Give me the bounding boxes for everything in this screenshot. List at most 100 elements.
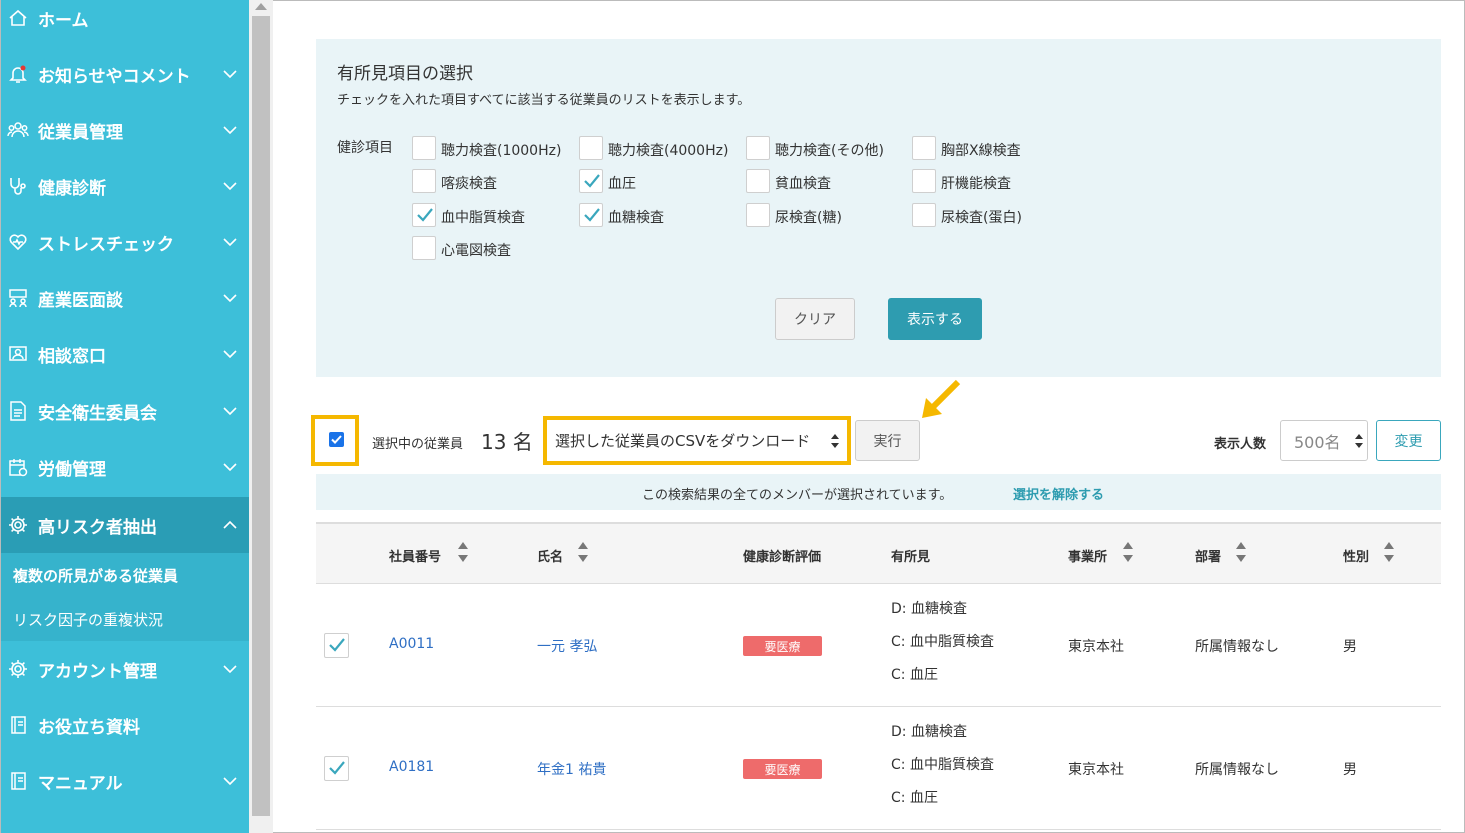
- selection-notice: この検索結果の全てのメンバーが選択されています。 選択を解除する: [316, 474, 1441, 510]
- show-button[interactable]: 表示する: [888, 298, 982, 340]
- sidebar-item-stress-check[interactable]: ストレスチェック: [1, 214, 249, 270]
- column-header-department[interactable]: 部署: [1195, 546, 1221, 565]
- exam-checkbox[interactable]: [746, 169, 770, 193]
- select-arrows-icon: [1355, 434, 1363, 448]
- sidebar-subitem-multiple-findings[interactable]: 複数の所見がある従業員: [13, 565, 178, 586]
- finding-item: C: 血中脂質検査: [891, 757, 994, 773]
- column-header-employee-id[interactable]: 社員番号: [389, 546, 441, 565]
- sidebar-item-account-management[interactable]: アカウント管理: [1, 641, 249, 697]
- sidebar-item-employees[interactable]: 従業員管理: [1, 102, 249, 158]
- sidebar-item-home[interactable]: ホーム: [1, 0, 249, 46]
- book-icon: [7, 714, 29, 736]
- exam-checkbox-label: 貧血検査: [775, 176, 831, 192]
- sidebar-item-labor-management[interactable]: 労働管理: [1, 439, 249, 495]
- sidebar-scrollbar[interactable]: [249, 0, 273, 833]
- sidebar-item-useful-materials[interactable]: お役立ち資料: [1, 697, 249, 753]
- table-header: 社員番号 氏名 健康診断評価 有所見 事業所 部署 性別: [316, 522, 1441, 584]
- exam-checkbox[interactable]: [912, 169, 936, 193]
- finding-item: C: 血圧: [891, 790, 938, 806]
- sidebar-item-occupational-doctor[interactable]: 産業医面談: [1, 270, 249, 326]
- display-count-select[interactable]: 500名: [1280, 420, 1368, 461]
- panel-title: 有所見項目の選択: [337, 64, 473, 84]
- scrollbar-thumb[interactable]: [252, 16, 270, 816]
- sidebar-item-label: 安全衛生委員会: [38, 403, 157, 424]
- employee-id-link[interactable]: A0181: [389, 759, 434, 775]
- exam-checkbox-label: 聴力検査(1000Hz): [441, 143, 562, 159]
- sort-icon[interactable]: [458, 540, 468, 564]
- exam-items-label: 健診項目: [337, 140, 393, 156]
- stethoscope-icon: [7, 175, 29, 197]
- execute-button[interactable]: 実行: [855, 420, 920, 461]
- bell-icon: [7, 63, 29, 85]
- exam-checkbox[interactable]: [912, 136, 936, 160]
- table-row: A0181 年金1 祐貴 要医療 D: 血糖検査 C: 血中脂質検査 C: 血圧…: [316, 707, 1441, 830]
- column-header-office[interactable]: 事業所: [1068, 546, 1107, 565]
- clear-button[interactable]: クリア: [775, 298, 855, 340]
- sidebar-item-label: アカウント管理: [38, 661, 157, 682]
- exam-checkbox-label: 心電図検査: [441, 243, 511, 259]
- bulk-action-select[interactable]: 選択した従業員のCSVをダウンロード: [548, 421, 846, 460]
- check-icon: [329, 761, 345, 775]
- column-header-gender[interactable]: 性別: [1343, 546, 1369, 565]
- employee-id-link[interactable]: A0011: [389, 636, 434, 652]
- employee-name-link[interactable]: 年金1 祐貴: [537, 759, 606, 779]
- sidebar-item-label: お役立ち資料: [38, 717, 140, 738]
- exam-checkbox-label: 肝機能検査: [941, 176, 1011, 192]
- row-checkbox[interactable]: [324, 756, 349, 781]
- sidebar-item-manual[interactable]: マニュアル: [1, 753, 249, 809]
- exam-checkbox[interactable]: [579, 169, 603, 193]
- finding-item: D: 血糖検査: [891, 601, 967, 617]
- exam-checkbox[interactable]: [412, 136, 436, 160]
- sidebar-item-label: お知らせやコメント: [38, 66, 191, 87]
- deselect-link[interactable]: 選択を解除する: [1013, 484, 1104, 503]
- exam-checkbox[interactable]: [579, 136, 603, 160]
- column-header-name[interactable]: 氏名: [537, 546, 563, 565]
- exam-checkbox[interactable]: [912, 203, 936, 227]
- panel-description: チェックを入れた項目すべてに該当する従業員のリストを表示します。: [337, 93, 751, 108]
- sidebar-item-label: 労働管理: [38, 459, 106, 480]
- exam-checkbox-label: 尿検査(蛋白): [941, 210, 1022, 226]
- chevron-up-icon: [223, 520, 237, 529]
- check-icon: [331, 435, 342, 444]
- sidebar-item-consultation[interactable]: 相談窓口: [1, 326, 249, 382]
- sort-icon[interactable]: [1236, 540, 1246, 564]
- sort-icon[interactable]: [578, 540, 588, 564]
- check-icon: [329, 638, 345, 652]
- chevron-down-icon: [223, 126, 237, 135]
- sidebar-item-safety-committee[interactable]: 安全衛生委員会: [1, 383, 249, 439]
- sidebar-item-health-checkup[interactable]: 健康診断: [1, 158, 249, 214]
- sidebar-item-label: 従業員管理: [38, 122, 123, 143]
- meeting-icon: [7, 287, 29, 309]
- exam-checkbox[interactable]: [746, 203, 770, 227]
- home-icon: [7, 7, 29, 29]
- scroll-up-icon[interactable]: [255, 3, 267, 10]
- exam-checkbox-label: 聴力検査(その他): [775, 143, 884, 159]
- exam-checkbox[interactable]: [746, 136, 770, 160]
- change-button[interactable]: 変更: [1376, 420, 1441, 461]
- gender-cell: 男: [1343, 762, 1357, 778]
- sidebar-item-high-risk-extraction[interactable]: 高リスク者抽出: [1, 497, 249, 553]
- sidebar-item-label: 相談窓口: [38, 346, 106, 367]
- evaluation-badge: 要医療: [743, 759, 822, 779]
- sidebar-subitem-risk-factor-overlap[interactable]: リスク因子の重複状況: [13, 609, 163, 630]
- employee-name-link[interactable]: 一元 孝弘: [537, 636, 597, 656]
- sort-icon[interactable]: [1384, 540, 1394, 564]
- exam-checkbox[interactable]: [412, 169, 436, 193]
- exam-checkbox[interactable]: [412, 203, 436, 227]
- chevron-down-icon: [223, 777, 237, 786]
- exam-checkbox[interactable]: [412, 236, 436, 260]
- exam-checkbox[interactable]: [579, 203, 603, 227]
- sidebar-item-notifications[interactable]: お知らせやコメント: [1, 46, 249, 102]
- gear-icon: [7, 658, 29, 680]
- gear-icon: [7, 514, 29, 536]
- sort-icon[interactable]: [1123, 540, 1133, 564]
- chevron-down-icon: [223, 182, 237, 191]
- sidebar: ホーム お知らせやコメント 従業員管理 健康診断 ストレスチェック 産業医面談 …: [1, 0, 249, 833]
- exam-checkbox-label: 血中脂質検査: [441, 210, 525, 226]
- sidebar-item-label: マニュアル: [38, 773, 123, 794]
- row-checkbox[interactable]: [324, 633, 349, 658]
- gender-cell: 男: [1343, 639, 1357, 655]
- users-icon: [7, 119, 29, 141]
- sidebar-item-label: 健康診断: [38, 178, 106, 199]
- select-all-checkbox[interactable]: [329, 432, 344, 447]
